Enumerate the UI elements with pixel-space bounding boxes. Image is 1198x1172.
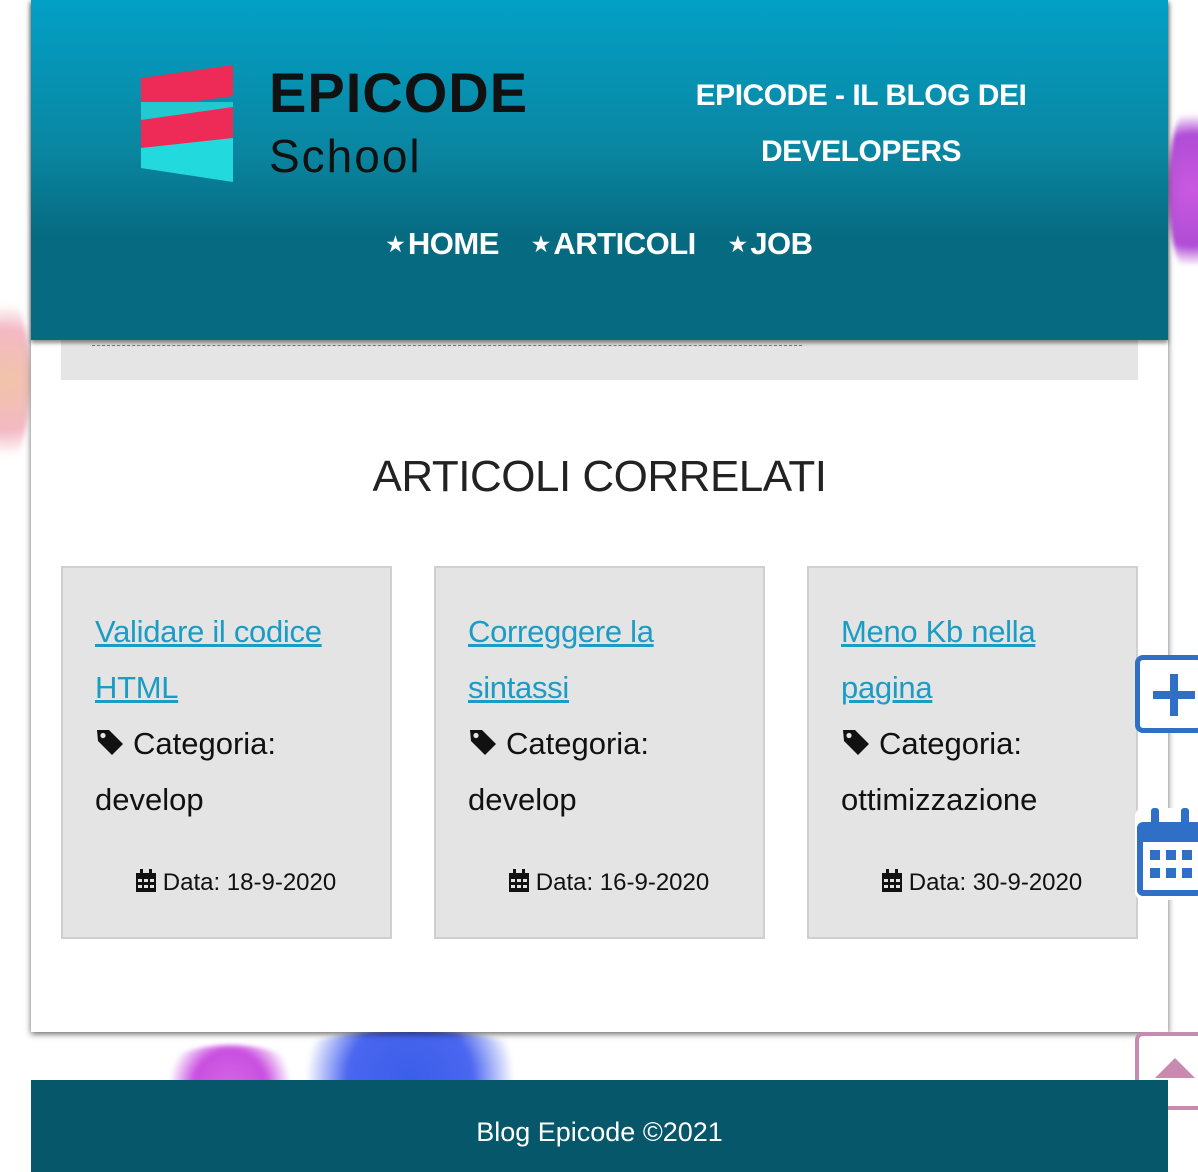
article-card: Meno Kb nella pagina Categoria: ottimizza…: [807, 566, 1138, 939]
logo-wordmark[interactable]: EPICODE School: [269, 60, 528, 186]
star-icon: ★: [728, 234, 747, 256]
category-label: Categoria:: [133, 726, 277, 761]
category-value: develop: [95, 782, 204, 817]
nav-item-home[interactable]: ★ HOME: [386, 226, 500, 262]
background-ink-decoration: [0, 285, 30, 475]
logo-text-sub: School: [269, 130, 422, 182]
article-card: Validare il codice HTML Categoria: develo…: [61, 566, 392, 939]
date-text: Data: 16-9-2020: [535, 869, 710, 896]
article-title-link[interactable]: Validare il codice HTML: [95, 604, 360, 716]
date-text: Data: 30-9-2020: [908, 869, 1083, 896]
tag-icon: [97, 730, 123, 755]
epicode-logo-icon: [141, 65, 233, 182]
calendar-icon: [135, 869, 156, 892]
star-icon: ★: [386, 234, 404, 256]
star-icon: ★: [531, 234, 550, 256]
category-value: develop: [468, 782, 577, 817]
article-date: Data: 30-9-2020: [809, 869, 1136, 897]
nav-item-articoli[interactable]: ★ ARTICOLI: [532, 226, 696, 262]
category-label: Categoria:: [506, 726, 650, 761]
plus-icon: [1153, 674, 1195, 716]
nav-label: JOB: [750, 226, 813, 261]
logo-text-main: EPICODE: [269, 61, 529, 124]
tag-icon: [470, 730, 496, 755]
article-date: Data: 16-9-2020: [436, 869, 763, 897]
site-header: EPICODE School EPICODE - IL BLOG DEI DEV…: [31, 0, 1168, 340]
nav-item-job[interactable]: ★ JOB: [729, 226, 813, 262]
article-category: Categoria: develop: [95, 716, 360, 828]
site-footer: Blog Epicode ©2021: [31, 1080, 1168, 1172]
background-ink-decoration: [1168, 95, 1198, 285]
article-title-link[interactable]: Meno Kb nella pagina: [841, 604, 1106, 716]
site-title: EPICODE - IL BLOG DEI DEVELOPERS: [695, 79, 1027, 168]
nav-label: ARTICOLI: [553, 226, 696, 261]
tag-icon: [843, 730, 869, 755]
calendar-button[interactable]: [1135, 808, 1198, 900]
nav-label: HOME: [407, 226, 500, 261]
date-text: Data: 18-9-2020: [162, 869, 337, 896]
calendar-icon: [881, 869, 902, 892]
divider: [92, 345, 802, 346]
calendar-icon: [508, 869, 529, 892]
article-category: Categoria: develop: [468, 716, 733, 828]
article-card: Correggere la sintassi Categoria: develop…: [434, 566, 765, 939]
calendar-icon: [1137, 808, 1198, 896]
category-value: ottimizzazione: [841, 782, 1038, 817]
article-title-link[interactable]: Correggere la sintassi: [468, 604, 733, 716]
section-title: ARTICOLI CORRELATI: [372, 452, 827, 501]
category-label: Categoria:: [879, 726, 1023, 761]
add-button[interactable]: [1135, 655, 1198, 733]
article-date: Data: 18-9-2020: [63, 869, 390, 897]
footer-text: Blog Epicode ©2021: [476, 1117, 723, 1147]
content-strip: [61, 340, 1138, 380]
article-category: Categoria: ottimizzazione: [841, 716, 1106, 828]
main-nav: ★ HOME ★ ARTICOLI ★ JOB: [31, 226, 1168, 262]
